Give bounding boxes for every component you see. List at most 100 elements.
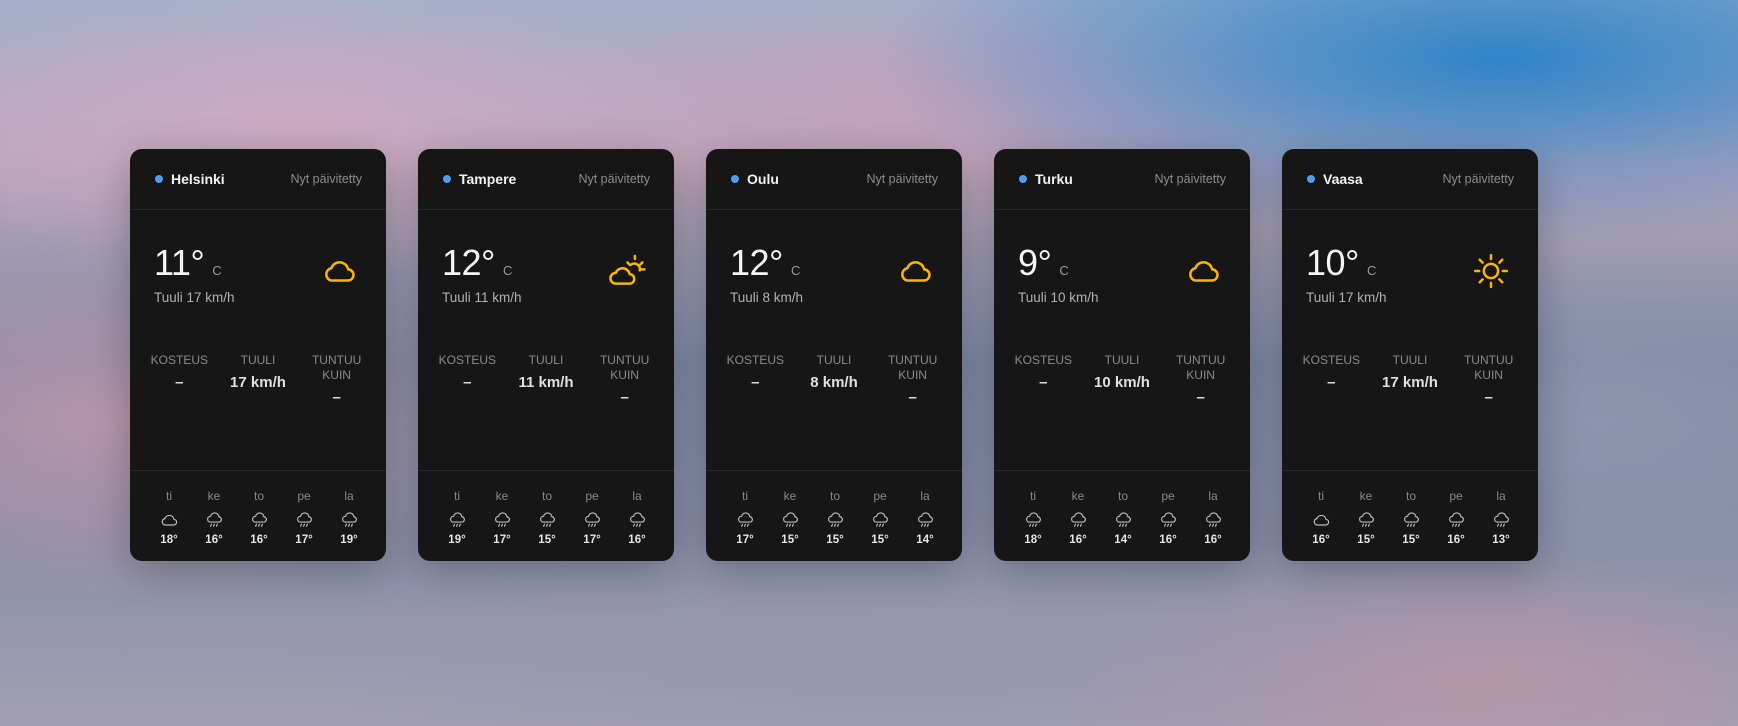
forecast-day-name: to — [541, 489, 552, 503]
city-name-group: Oulu — [731, 171, 779, 187]
wind-stat: TUULI 17 km/h — [223, 353, 293, 470]
weather-card[interactable]: Vaasa Nyt päivitetty 10° C Tuuli 17 km/h… — [1282, 149, 1538, 561]
temperature-row: 12° C — [730, 242, 800, 284]
rain-icon — [204, 510, 224, 530]
wind-value: 10 km/h — [1094, 374, 1150, 391]
forecast-day: pe 15° — [861, 489, 899, 546]
wind-label: TUULI — [816, 353, 852, 367]
forecast-temperature: 14° — [916, 534, 934, 546]
rain-icon — [1203, 510, 1223, 530]
humidity-value: – — [1039, 374, 1048, 391]
city-name: Oulu — [747, 171, 779, 187]
forecast-temperature: 19° — [448, 534, 466, 546]
updated-status: Nyt päivitetty — [290, 172, 362, 186]
rain-icon — [915, 510, 935, 530]
forecast-day-name: to — [1117, 489, 1128, 503]
rain-icon — [780, 510, 800, 530]
humidity-stat: KOSTEUS – — [144, 353, 214, 470]
city-name: Tampere — [459, 171, 517, 187]
wind-stat: TUULI 11 km/h — [511, 353, 581, 470]
feels-like-stat: TUNTUU KUIN – — [302, 353, 372, 470]
forecast-temperature: 17° — [736, 534, 754, 546]
forecast-temperature: 16° — [1447, 534, 1465, 546]
forecast-temperature: 15° — [1402, 534, 1420, 546]
city-name-group: Tampere — [443, 171, 516, 187]
humidity-stat: KOSTEUS – — [720, 353, 790, 470]
weather-card[interactable]: Helsinki Nyt päivitetty 11° C Tuuli 17 k… — [130, 149, 386, 561]
forecast-temperature: 15° — [871, 534, 889, 546]
forecast-row: ti 19° ke 17° to 15° pe 17° la 16° — [418, 471, 674, 546]
forecast-day-name: ke — [207, 489, 221, 503]
forecast-day-name: ke — [495, 489, 509, 503]
weather-card[interactable]: Tampere Nyt päivitetty 12° C Tuuli 11 km… — [418, 149, 674, 561]
wind-summary: Tuuli 17 km/h — [1306, 290, 1387, 305]
feels-like-label: TUNTUU KUIN — [1463, 353, 1514, 382]
forecast-day: ti 17° — [726, 489, 764, 546]
wind-label: TUULI — [240, 353, 276, 367]
forecast-day-name: ti — [1318, 489, 1324, 503]
feels-like-stat: TUNTUU KUIN – — [878, 353, 948, 470]
current-weather: 12° C Tuuli 8 km/h — [706, 210, 962, 353]
forecast-day: pe 16° — [1149, 489, 1187, 546]
forecast-day-name: to — [829, 489, 840, 503]
updated-status: Nyt päivitetty — [1154, 172, 1226, 186]
forecast-day-name: ke — [1359, 489, 1373, 503]
stats-row: KOSTEUS – TUULI 8 km/h TUNTUU KUIN – — [706, 353, 962, 471]
forecast-day-name: ti — [166, 489, 172, 503]
wind-value: 17 km/h — [230, 374, 286, 391]
card-header: Oulu Nyt päivitetty — [706, 149, 962, 210]
temperature-row: 10° C — [1306, 242, 1376, 284]
forecast-day: ke 16° — [1059, 489, 1097, 546]
forecast-temperature: 15° — [538, 534, 556, 546]
wind-label: TUULI — [528, 353, 564, 367]
humidity-stat: KOSTEUS – — [1008, 353, 1078, 470]
forecast-temperature: 15° — [826, 534, 844, 546]
forecast-day: to 16° — [240, 489, 278, 546]
forecast-row: ti 16° ke 15° to 15° pe 16° la 13° — [1282, 471, 1538, 546]
forecast-temperature: 17° — [493, 534, 511, 546]
temperature-row: 11° C — [154, 242, 222, 284]
forecast-day: pe 16° — [1437, 489, 1475, 546]
forecast-day-name: ti — [742, 489, 748, 503]
forecast-day-name: la — [920, 489, 930, 503]
city-name-group: Helsinki — [155, 171, 225, 187]
status-dot — [155, 175, 163, 183]
current-weather: 9° C Tuuli 10 km/h — [994, 210, 1250, 353]
current-weather: 10° C Tuuli 17 km/h — [1282, 210, 1538, 353]
current-temperature: 12° — [730, 242, 783, 283]
wind-summary: Tuuli 17 km/h — [154, 290, 235, 305]
city-name: Turku — [1035, 171, 1073, 187]
forecast-day-name: pe — [1449, 489, 1463, 503]
humidity-label: KOSTEUS — [150, 353, 208, 367]
updated-status: Nyt päivitetty — [1442, 172, 1514, 186]
weather-card[interactable]: Oulu Nyt päivitetty 12° C Tuuli 8 km/h K… — [706, 149, 962, 561]
forecast-temperature: 16° — [1204, 534, 1222, 546]
humidity-value: – — [751, 374, 760, 391]
forecast-day-name: pe — [873, 489, 887, 503]
feels-like-stat: TUNTUU KUIN – — [1166, 353, 1236, 470]
stats-row: KOSTEUS – TUULI 17 km/h TUNTUU KUIN – — [130, 353, 386, 471]
forecast-day: ke 15° — [1347, 489, 1385, 546]
forecast-temperature: 16° — [628, 534, 646, 546]
weather-card[interactable]: Turku Nyt päivitetty 9° C Tuuli 10 km/h … — [994, 149, 1250, 561]
forecast-day: pe 17° — [573, 489, 611, 546]
forecast-day: ke 15° — [771, 489, 809, 546]
forecast-day-name: la — [344, 489, 354, 503]
rain-icon — [735, 510, 755, 530]
forecast-day: la 19° — [330, 489, 368, 546]
city-name: Helsinki — [171, 171, 225, 187]
feels-like-stat: TUNTUU KUIN – — [1454, 353, 1524, 470]
card-header: Helsinki Nyt päivitetty — [130, 149, 386, 210]
wind-summary: Tuuli 8 km/h — [730, 290, 804, 305]
temperature-row: 12° C — [442, 242, 512, 284]
forecast-day-name: ti — [454, 489, 460, 503]
forecast-day: ke 16° — [195, 489, 233, 546]
humidity-value: – — [463, 374, 472, 391]
wind-summary: Tuuli 11 km/h — [442, 290, 522, 305]
wind-summary: Tuuli 10 km/h — [1018, 290, 1099, 305]
forecast-temperature: 18° — [160, 534, 178, 546]
rain-icon — [1446, 510, 1466, 530]
forecast-temperature: 16° — [1069, 534, 1087, 546]
feels-like-value: – — [1484, 389, 1493, 406]
forecast-day-name: to — [253, 489, 264, 503]
